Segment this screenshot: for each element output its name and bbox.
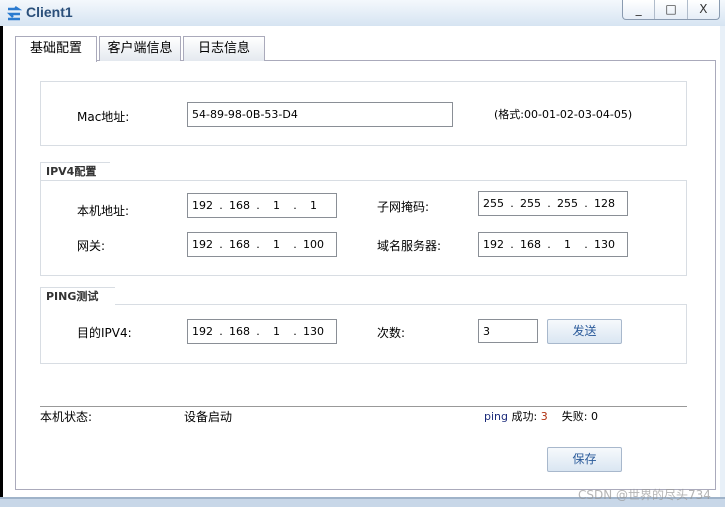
- ip-dot: .: [293, 199, 297, 212]
- ip-octet[interactable]: 1: [262, 325, 291, 338]
- ip-dot: .: [293, 325, 297, 338]
- success-count: 3: [540, 410, 548, 423]
- gateway-input[interactable]: 192. 168. 1. 100: [187, 232, 337, 257]
- maximize-button[interactable]: □: [655, 0, 688, 19]
- ip-octet[interactable]: 1: [299, 199, 328, 212]
- subnet-mask-label: 子网掩码:: [377, 200, 430, 214]
- tab-log-info[interactable]: 日志信息: [183, 36, 265, 61]
- fail-label: 失败:: [561, 410, 588, 423]
- ip-octet[interactable]: 130: [299, 325, 328, 338]
- success-label: 成功:: [511, 410, 538, 423]
- ip-octet[interactable]: 255: [553, 197, 582, 210]
- ip-dot: .: [256, 199, 260, 212]
- mac-format-hint: (格式:00-01-02-03-04-05): [494, 108, 633, 121]
- ip-octet[interactable]: 192: [479, 238, 508, 251]
- fail-count: 0: [590, 410, 598, 423]
- count-label: 次数:: [377, 326, 406, 340]
- ip-octet[interactable]: 168: [225, 325, 254, 338]
- ip-dot: .: [547, 197, 551, 210]
- window-title: Client1: [26, 4, 73, 20]
- title-bar: [0, 0, 725, 26]
- tab-basic-config[interactable]: 基础配置: [15, 36, 97, 62]
- client-app-icon: [6, 5, 22, 21]
- ip-octet[interactable]: 192: [188, 325, 217, 338]
- ip-octet[interactable]: 100: [299, 238, 328, 251]
- ip-dot: .: [584, 197, 588, 210]
- ping-group-title: PING测试: [40, 287, 115, 305]
- ping-result: ping 成功: 3 失败: 0: [484, 408, 598, 424]
- dns-label: 域名服务器:: [377, 239, 442, 253]
- ip-octet[interactable]: 168: [225, 238, 254, 251]
- ip-octet[interactable]: 168: [225, 199, 254, 212]
- send-button[interactable]: 发送: [547, 319, 622, 344]
- ip-dot: .: [584, 238, 588, 251]
- ip-dot: .: [219, 238, 223, 251]
- minimize-button[interactable]: _: [623, 0, 656, 19]
- ip-dot: .: [293, 238, 297, 251]
- status-value: 设备启动: [184, 410, 233, 424]
- mac-input[interactable]: 54-89-98-0B-53-D4: [187, 102, 453, 127]
- ping-label: ping: [484, 410, 508, 423]
- tab-client-info[interactable]: 客户端信息: [99, 36, 181, 61]
- ip-octet[interactable]: 1: [262, 199, 291, 212]
- ip-octet[interactable]: 255: [479, 197, 508, 210]
- dest-ipv4-input[interactable]: 192. 168. 1. 130: [187, 319, 337, 344]
- dest-ipv4-label: 目的IPV4:: [77, 326, 132, 340]
- ip-octet[interactable]: 128: [590, 197, 619, 210]
- ip-dot: .: [547, 238, 551, 251]
- local-address-input[interactable]: 192. 168. 1. 1: [187, 193, 337, 218]
- ip-octet[interactable]: 192: [188, 199, 217, 212]
- mac-label: Mac地址:: [77, 110, 130, 124]
- ip-octet[interactable]: 1: [553, 238, 582, 251]
- subnet-mask-input[interactable]: 255. 255. 255. 128: [478, 191, 628, 216]
- ip-octet[interactable]: 130: [590, 238, 619, 251]
- window-border: [720, 26, 725, 501]
- save-button[interactable]: 保存: [547, 447, 622, 472]
- ipv4-group-title: IPV4配置: [40, 162, 110, 180]
- ip-dot: .: [219, 325, 223, 338]
- ip-dot: .: [510, 197, 514, 210]
- local-address-label: 本机地址:: [77, 204, 130, 218]
- ip-octet[interactable]: 192: [188, 238, 217, 251]
- ip-dot: .: [219, 199, 223, 212]
- dns-input[interactable]: 192. 168. 1. 130: [478, 232, 628, 257]
- ip-octet[interactable]: 255: [516, 197, 545, 210]
- ip-dot: .: [510, 238, 514, 251]
- status-label: 本机状态:: [40, 410, 93, 424]
- ip-octet[interactable]: 1: [262, 238, 291, 251]
- gateway-label: 网关:: [77, 239, 106, 253]
- close-button[interactable]: X: [688, 0, 719, 19]
- watermark: CSDN @世界的尽头734: [578, 488, 711, 502]
- status-divider: [40, 406, 687, 407]
- count-input[interactable]: 3: [478, 319, 538, 343]
- ip-dot: .: [256, 238, 260, 251]
- ip-dot: .: [256, 325, 260, 338]
- window-controls: _ □ X: [622, 0, 720, 20]
- ip-octet[interactable]: 168: [516, 238, 545, 251]
